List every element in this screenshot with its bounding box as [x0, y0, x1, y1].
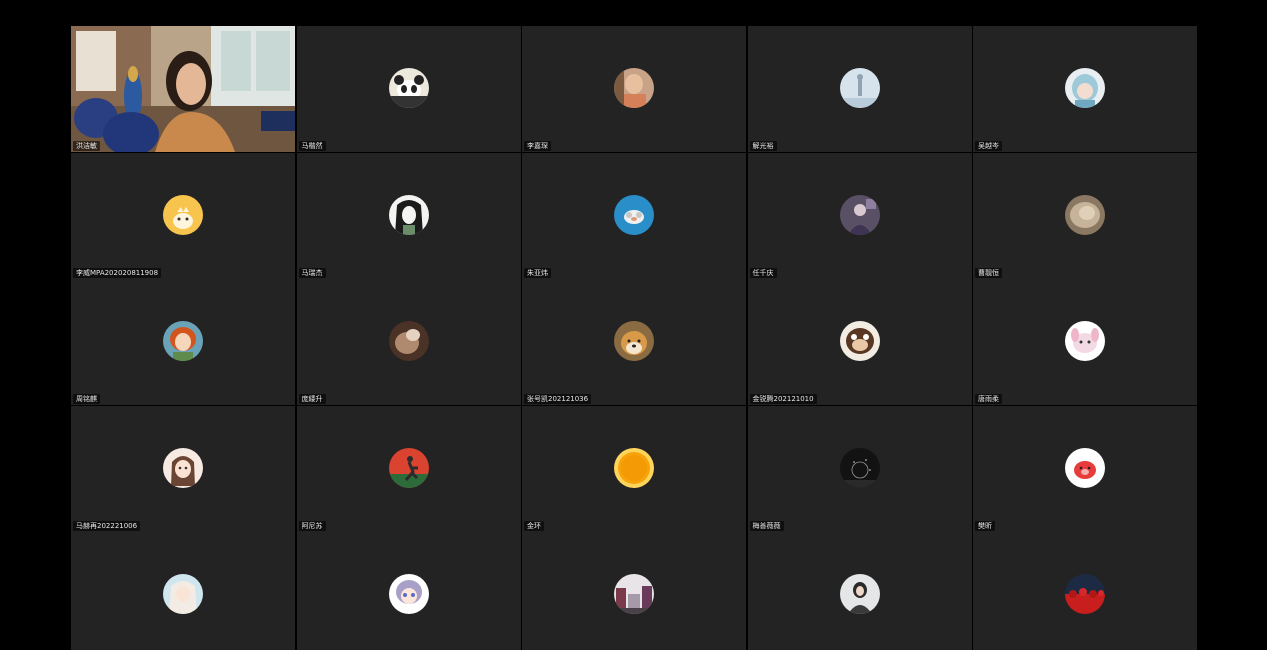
red-crowd-avatar [1065, 574, 1105, 614]
blue-animal-avatar [614, 194, 654, 235]
night-sky-avatar [839, 447, 880, 488]
panda-avatar [388, 68, 429, 108]
participant-tile[interactable]: 金锐腾202121010 [747, 279, 972, 405]
yellow-cartoon-avatar [163, 194, 203, 235]
participant-tile[interactable]: 李嘉琛 [522, 26, 746, 152]
participant-name: 樊昕 [975, 520, 995, 531]
runner-avatar [388, 447, 429, 488]
orange-sun-avatar [614, 447, 654, 488]
pink-bunny-avatar [1065, 321, 1105, 361]
participant-name: 吴越岑 [975, 141, 1002, 151]
anime-hood-avatar [1065, 68, 1105, 108]
red-pig-avatar [1065, 447, 1105, 488]
participant-name: 马楷然 [298, 141, 326, 151]
participant-tile[interactable]: 樊昕 [973, 405, 1197, 532]
participant-tile[interactable]: 解光裕 [747, 26, 972, 152]
participant-tile[interactable]: 吴越岑 [973, 26, 1197, 152]
participant-tile[interactable]: 马瑞杰 [296, 152, 521, 279]
brown-photo-avatar [388, 321, 429, 361]
participant-name: 曹靓恒 [975, 267, 1002, 278]
participant-name: 任千庆 [749, 267, 777, 278]
participant-tile[interactable]: 阿尼苏 [296, 405, 521, 532]
participant-tile[interactable]: 马赫再202221006 [71, 405, 295, 532]
brown-animal-avatar [839, 321, 880, 361]
red-hair-cartoon-avatar [163, 321, 203, 361]
participant-tile[interactable]: 张号凯202121036 [522, 279, 746, 405]
participant-name: 李嘉琛 [524, 141, 551, 151]
person-photo-avatar [839, 194, 880, 235]
shiba-dog-avatar [614, 321, 654, 361]
participant-grid: 洪洁敏 马楷然 李嘉琛 解光裕 吴越岑 李威MPA202020811908 马瑞… [71, 26, 1197, 650]
white-haired-avatar [163, 574, 203, 614]
participant-tile[interactable] [296, 532, 521, 650]
participant-tile[interactable]: 庞緌升 [296, 279, 521, 405]
participant-name: 唐雨柔 [975, 394, 1002, 404]
participant-name: 洪洁敏 [73, 141, 100, 151]
participant-tile[interactable]: 朱亚炜 [522, 152, 746, 279]
participant-name: 阿尼苏 [298, 520, 326, 531]
participant-name: 周铭麒 [73, 394, 100, 404]
participant-tile[interactable] [747, 532, 972, 650]
participant-name: 张号凯202121036 [524, 394, 592, 404]
child-photo-avatar [614, 68, 654, 108]
participant-tile[interactable] [71, 532, 295, 650]
chibi-girl-avatar [388, 574, 429, 614]
sky-figure-avatar [839, 68, 880, 108]
participant-tile[interactable]: 周铭麒 [71, 279, 295, 405]
participant-tile[interactable]: 李威MPA202020811908 [71, 152, 295, 279]
cat-fur-avatar [1065, 194, 1105, 235]
participant-name: 马瑞杰 [298, 267, 326, 278]
sketch-girl-avatar [388, 194, 429, 235]
participant-name: 金环 [524, 520, 544, 531]
street-scene-avatar [614, 574, 654, 614]
participant-name: 朱亚炜 [524, 267, 551, 278]
camera-video-feed [71, 26, 295, 152]
participant-name: 李威MPA202020811908 [73, 267, 162, 278]
meeting-gallery-view: 洪洁敏 马楷然 李嘉琛 解光裕 吴越岑 李威MPA202020811908 马瑞… [0, 0, 1267, 650]
participant-tile-video[interactable]: 洪洁敏 [71, 26, 295, 152]
participant-name: 解光裕 [749, 141, 777, 151]
anime-girl-avatar [163, 447, 203, 488]
participant-name: 庞緌升 [298, 394, 326, 404]
participant-tile[interactable]: 马楷然 [296, 26, 521, 152]
participant-tile[interactable]: 唐雨柔 [973, 279, 1197, 405]
participant-tile[interactable]: 梅善薇薇 [747, 405, 972, 532]
participant-name: 梅善薇薇 [749, 520, 784, 531]
woman-photo-avatar [839, 574, 880, 614]
participant-name: 金锐腾202121010 [749, 394, 817, 404]
participant-tile[interactable]: 曹靓恒 [973, 152, 1197, 279]
participant-tile[interactable] [973, 532, 1197, 650]
participant-name: 马赫再202221006 [73, 520, 141, 531]
participant-tile[interactable]: 任千庆 [747, 152, 972, 279]
participant-tile[interactable] [522, 532, 746, 650]
participant-tile[interactable]: 金环 [522, 405, 746, 532]
